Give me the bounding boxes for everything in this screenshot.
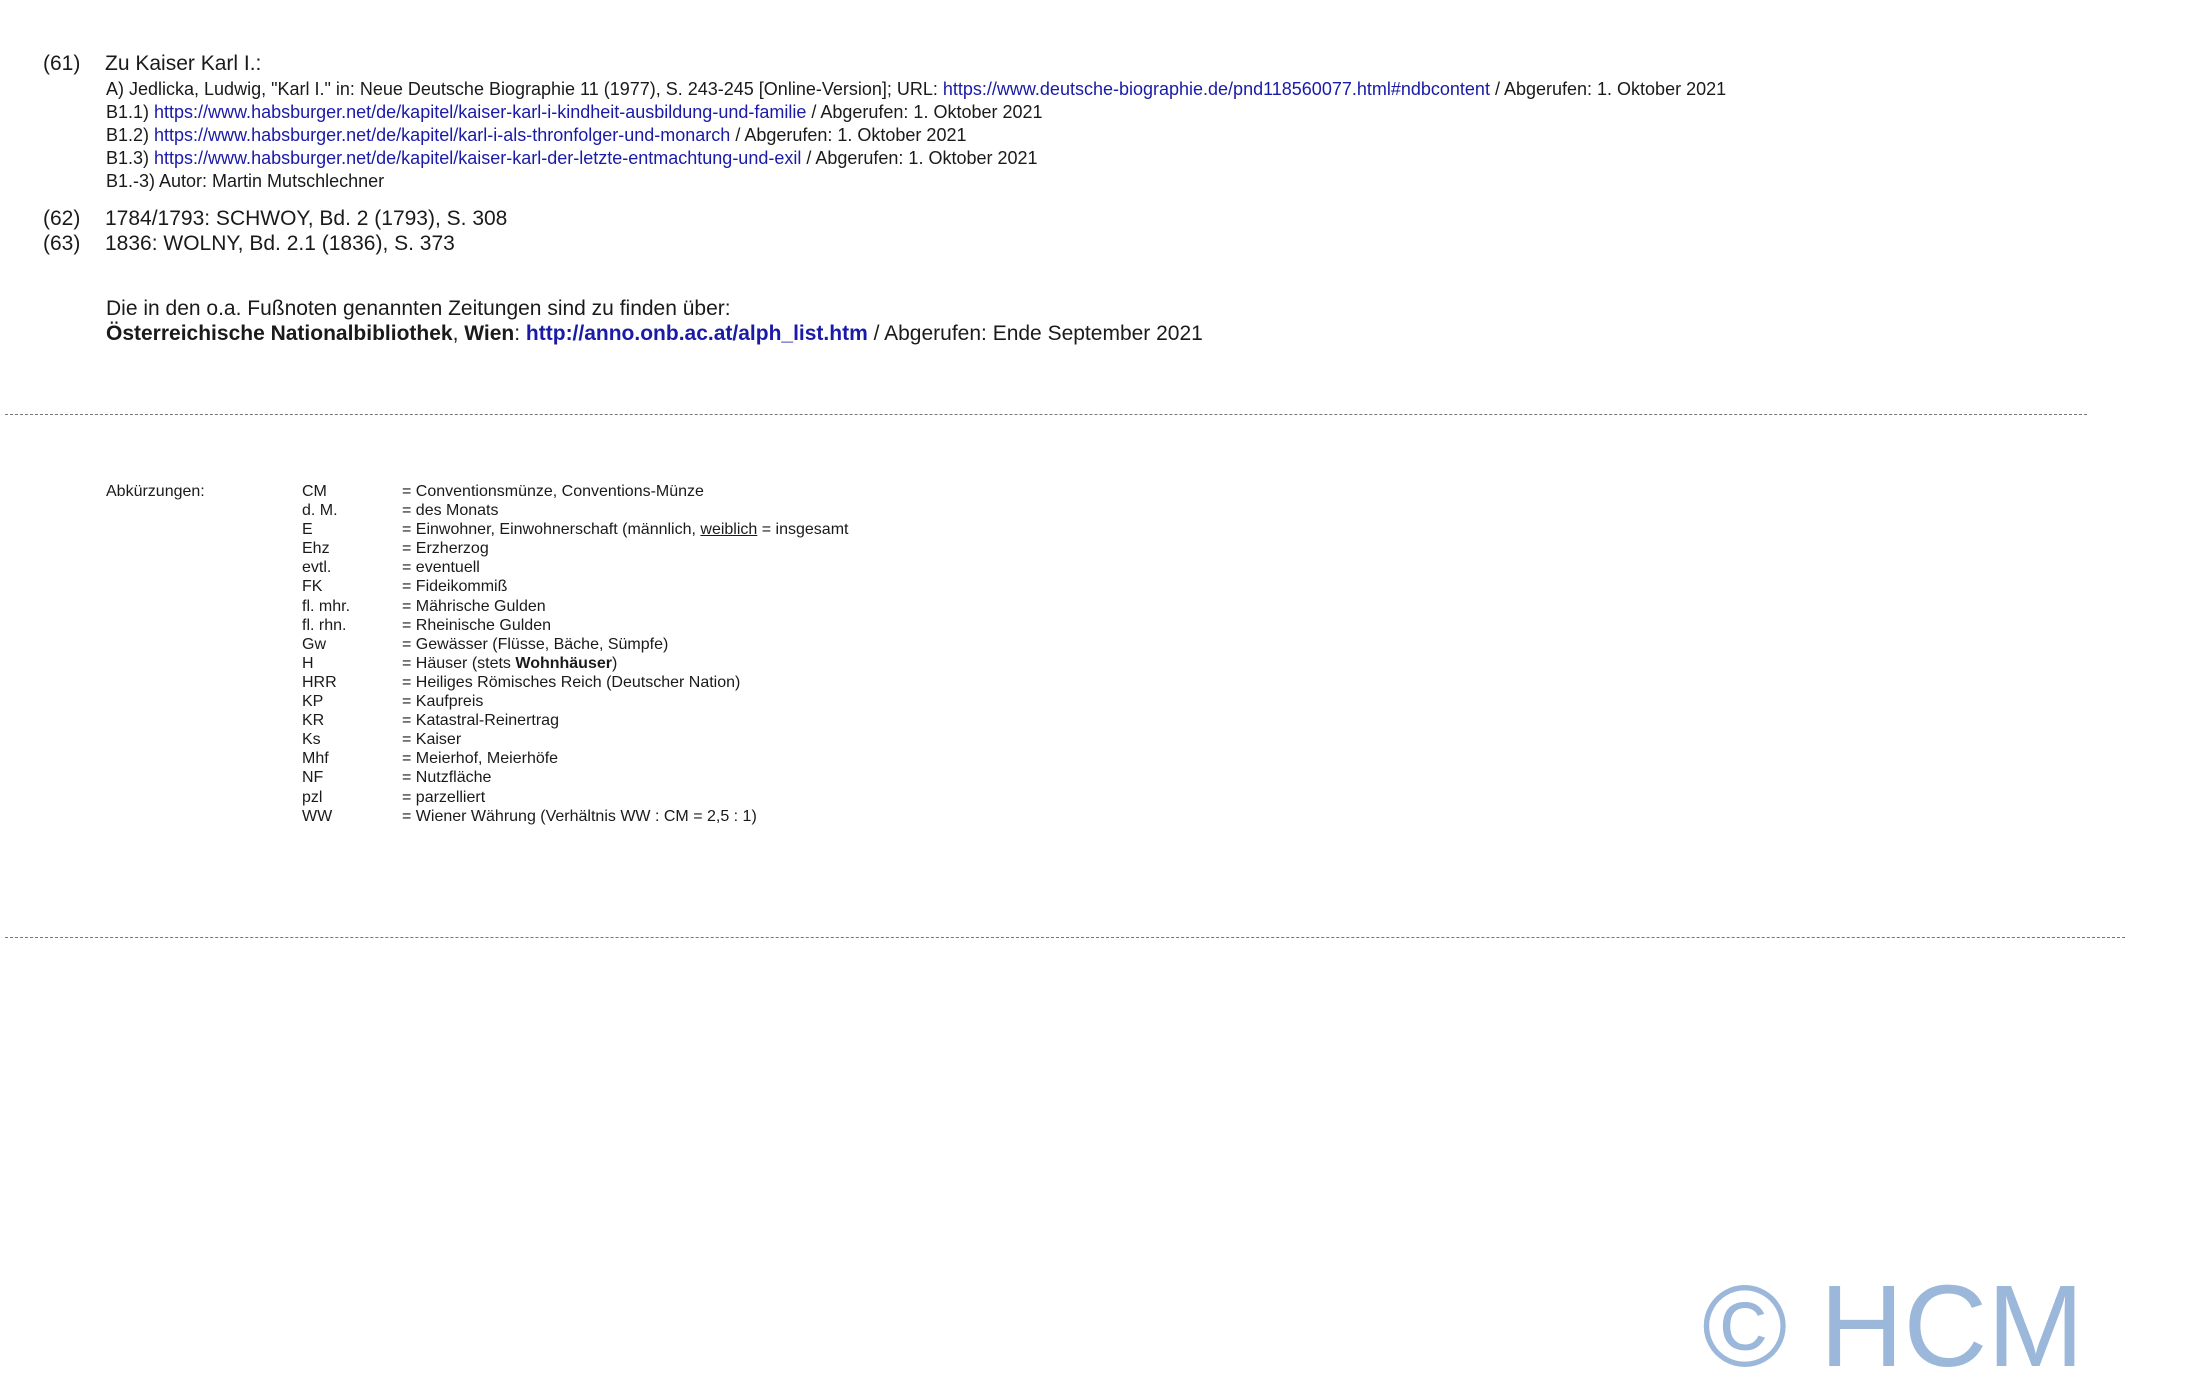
separator: , bbox=[452, 322, 465, 345]
dashed-separator bbox=[5, 937, 2125, 938]
abbreviation-value: = Fideikommiß bbox=[402, 577, 507, 596]
abbreviation-key: E bbox=[302, 521, 313, 539]
abbreviation-value-text: = Wiener Währung (Verhältnis WW : CM = 2… bbox=[402, 807, 757, 825]
abbreviation-value-text: = Kaufpreis bbox=[402, 693, 484, 711]
abbreviation-value: = Conventionsmünze, Conventions-Münze bbox=[402, 482, 704, 501]
abbreviation-key: pzl bbox=[302, 788, 323, 806]
newspaper-note-line1: Die in den o.a. Fußnoten genannten Zeitu… bbox=[106, 297, 731, 320]
abbreviation-value-after: ) bbox=[611, 654, 618, 672]
abbreviation-value: = Kaufpreis bbox=[402, 692, 483, 711]
source-prefix: B1.1) bbox=[106, 102, 155, 122]
copyright-watermark: © HCM bbox=[1702, 1261, 2084, 1391]
abbreviation-value: = Rheinische Gulden bbox=[402, 616, 551, 635]
abbreviation-key: CM bbox=[302, 483, 327, 500]
abbreviation-value: = Häuser (stets Wohnhäuser) bbox=[402, 654, 617, 673]
dashed-separator bbox=[5, 414, 2087, 415]
abbreviation-value-text: = eventuell bbox=[402, 559, 480, 577]
abbreviation-key: H bbox=[302, 654, 314, 672]
anno-onb-link[interactable]: http://anno.onb.ac.at/alph_list.htm bbox=[526, 322, 868, 345]
source-prefix: B1.3) bbox=[106, 148, 155, 168]
footnote-text: 1836: WOLNY, Bd. 2.1 (1836), S. 373 bbox=[105, 232, 455, 255]
source-suffix: / Abgerufen: 1. Oktober 2021 bbox=[730, 125, 967, 145]
abbreviation-key: HRR bbox=[302, 673, 337, 691]
abbreviation-key: evtl. bbox=[302, 559, 332, 577]
abbreviation-value-text: = Häuser (stets bbox=[402, 654, 516, 672]
source-suffix: / Abgerufen: 1. Oktober 2021 bbox=[806, 102, 1043, 122]
abbreviation-value-text: = parzelliert bbox=[402, 788, 486, 806]
footnote-61-source-a: A) Jedlicka, Ludwig, "Karl I." in: Neue … bbox=[106, 78, 1726, 101]
abbreviation-value: = Mährische Gulden bbox=[402, 597, 546, 616]
abbreviation-value: = Kaiser bbox=[402, 730, 461, 749]
footnote-number: (62) bbox=[43, 207, 81, 230]
abbreviation-key: KR bbox=[302, 712, 325, 730]
abbreviation-key: Ks bbox=[302, 731, 321, 749]
abbreviation-key: Ehz bbox=[302, 540, 330, 558]
note-suffix: / Abgerufen: Ende September 2021 bbox=[867, 322, 1203, 345]
abbreviation-value-after: = insgesamt bbox=[757, 521, 849, 539]
source-suffix: / Abgerufen: 1. Oktober 2021 bbox=[801, 148, 1038, 168]
abbreviation-key: KP bbox=[302, 693, 324, 711]
abbreviation-value-text: = Nutzfläche bbox=[402, 769, 492, 787]
abbreviation-key: FK bbox=[302, 578, 323, 596]
abbreviation-value: = parzelliert bbox=[402, 788, 485, 807]
abbreviation-value-underlined: weiblich bbox=[700, 521, 758, 539]
abbreviation-key: Gw bbox=[302, 635, 326, 653]
abbreviation-value-text: = Rheinische Gulden bbox=[402, 616, 551, 634]
footnote-61-author: B1.-3) Autor: Martin Mutschlechner bbox=[106, 171, 385, 191]
abbreviation-value-text: = Heiliges Römisches Reich (Deutscher Na… bbox=[402, 673, 741, 691]
abbreviation-value-text: = Fideikommiß bbox=[402, 578, 508, 596]
abbreviation-key: d. M. bbox=[302, 502, 338, 520]
abbreviation-key: fl. mhr. bbox=[302, 597, 351, 615]
footnote-61-source-b1-1: B1.1) https://www.habsburger.net/de/kapi… bbox=[106, 101, 1043, 124]
footnote-61-source-b1-3: B1.3) https://www.habsburger.net/de/kapi… bbox=[106, 147, 1038, 170]
library-city: Wien bbox=[464, 322, 515, 345]
abbreviation-value: = Einwohner, Einwohnerschaft (männlich, … bbox=[402, 520, 848, 539]
abbreviation-value: = Meierhof, Meierhöfe bbox=[402, 749, 558, 768]
abbreviation-value: = eventuell bbox=[402, 558, 480, 577]
source-a-text: A) Jedlicka, Ludwig, "Karl I." in: Neue … bbox=[106, 79, 943, 99]
habsburger-link-exil[interactable]: https://www.habsburger.net/de/kapitel/ka… bbox=[154, 148, 801, 168]
abbreviation-value: = Nutzfläche bbox=[402, 768, 491, 787]
abbreviation-value-text: = des Monats bbox=[402, 502, 499, 520]
abbreviation-value-text: = Conventionsmünze, Conventions-Münze bbox=[402, 483, 704, 500]
abbreviation-key: fl. rhn. bbox=[302, 616, 347, 634]
abbreviation-key: NF bbox=[302, 769, 324, 787]
abbreviation-value: = Wiener Währung (Verhältnis WW : CM = 2… bbox=[402, 807, 757, 826]
footnote-title: Zu Kaiser Karl I.: bbox=[105, 52, 262, 75]
abbreviation-value-text: = Katastral-Reinertrag bbox=[402, 712, 559, 730]
deutsche-biographie-link[interactable]: https://www.deutsche-biographie.de/pnd11… bbox=[943, 79, 1490, 99]
abbreviation-value: = des Monats bbox=[402, 501, 499, 520]
abbreviation-value-text: = Mährische Gulden bbox=[402, 597, 546, 615]
footnote-text: 1784/1793: SCHWOY, Bd. 2 (1793), S. 308 bbox=[105, 207, 508, 230]
abbreviation-value: = Erzherzog bbox=[402, 539, 489, 558]
abbreviation-value-text: = Erzherzog bbox=[402, 540, 489, 558]
abbreviation-key: WW bbox=[302, 807, 333, 825]
footnote-number: (63) bbox=[43, 232, 81, 255]
source-prefix: B1.2) bbox=[106, 125, 155, 145]
abbreviation-value: = Gewässer (Flüsse, Bäche, Sümpfe) bbox=[402, 635, 668, 654]
abbreviation-value-text: = Einwohner, Einwohnerschaft (männlich, bbox=[402, 521, 701, 539]
footnote-61-source-b1-2: B1.2) https://www.habsburger.net/de/kapi… bbox=[106, 124, 966, 147]
abbreviation-value-text: = Meierhof, Meierhöfe bbox=[402, 750, 559, 768]
abbreviation-value-text: = Gewässer (Flüsse, Bäche, Sümpfe) bbox=[402, 635, 669, 653]
abbreviation-value: = Katastral-Reinertrag bbox=[402, 711, 559, 730]
footnote-number: (61) bbox=[43, 52, 81, 75]
habsburger-link-kindheit[interactable]: https://www.habsburger.net/de/kapitel/ka… bbox=[154, 102, 806, 122]
abbreviation-value: = Heiliges Römisches Reich (Deutscher Na… bbox=[402, 673, 740, 692]
abbreviations-label: Abkürzungen: bbox=[106, 483, 205, 500]
abbreviation-value-text: = Kaiser bbox=[402, 731, 462, 749]
abbreviation-key: Mhf bbox=[302, 750, 329, 768]
separator: : bbox=[514, 322, 526, 345]
library-name: Österreichische Nationalbibliothek bbox=[106, 322, 453, 345]
source-a-suffix: / Abgerufen: 1. Oktober 2021 bbox=[1489, 79, 1727, 99]
habsburger-link-thronfolger[interactable]: https://www.habsburger.net/de/kapitel/ka… bbox=[154, 125, 730, 145]
abbreviation-value-bold: Wohnhäuser bbox=[515, 654, 612, 672]
newspaper-note-line2: Österreichische Nationalbibliothek, Wien… bbox=[106, 321, 1203, 347]
